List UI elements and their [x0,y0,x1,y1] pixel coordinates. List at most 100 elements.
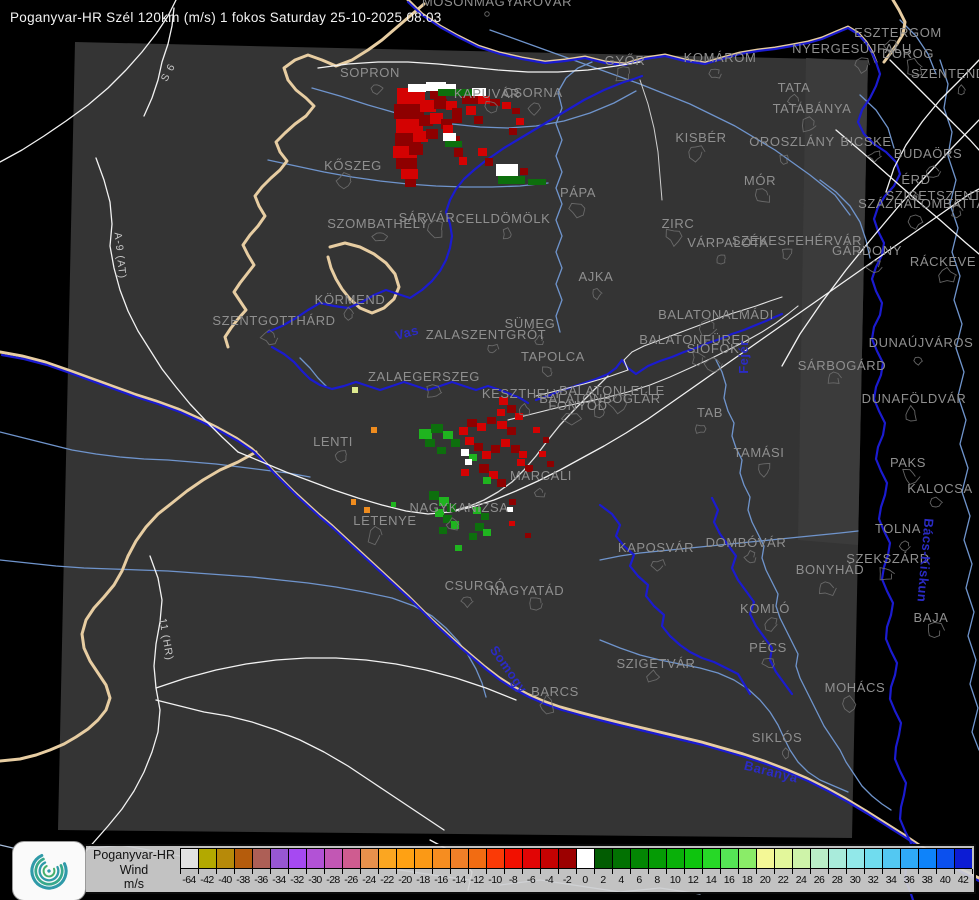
legend-value: 12 [687,874,699,886]
county-label: Fejér [736,340,751,374]
city-label: BARCS [531,684,579,699]
radar-map: MOSONMAGYARÓVÁRSOPRONKAPUVÁRCSORNAGYŐR KO… [0,0,979,900]
legend-box-18 [738,848,756,869]
city-label: ESZTERGOM [854,25,942,40]
legend-box-28 [828,848,846,869]
city-label: SZENTGOTTHÁRD [212,313,335,328]
legend-box--6 [522,848,540,869]
city-label: LENTI [313,434,353,449]
legend-value: 8 [654,874,660,886]
echo-cell [419,429,432,439]
city-label: KISBÉR [675,130,726,145]
legend-value: -34 [272,874,286,886]
echo-cell [498,176,525,184]
echo-cell [477,423,486,431]
city-label: MOSONMAGYARÓVÁR [422,0,572,9]
city-label: TAB [697,405,723,420]
echo-cell [469,533,477,540]
legend-value: -12 [470,874,484,886]
legend-box-14 [702,848,720,869]
city-label: AJKA [579,269,614,284]
legend-box-22 [774,848,792,869]
legend-box-8 [648,848,666,869]
echo-cell [517,459,525,466]
city-label: NAGYKANIZSA [409,500,508,515]
city-label: BALATONALMÁDI [658,307,774,322]
city-label: SZOMBATHELY [327,216,428,231]
echo-cell [502,102,511,109]
echo-cell [501,439,510,447]
echo-cell [482,451,491,459]
echo-cell [413,131,428,142]
echo-cell [525,533,531,538]
city-label: OROSZLÁNY [749,134,835,149]
radar-app: MOSONMAGYARÓVÁR SOPRON KAPUVÁR CSORNA GYŐR KO… [0,0,979,900]
city-label: SZENTENDRE [911,66,979,81]
city-label: TOLNA [875,521,921,536]
legend-box--38 [234,848,252,869]
echo-cell [352,387,358,393]
legend-box-16 [720,848,738,869]
echo-cell [426,129,438,139]
legend-value: 16 [723,874,735,886]
legend-box--36 [252,848,270,869]
city-label: SZIGETVÁR [616,656,695,671]
legend-value: 34 [885,874,897,886]
legend-box-10 [666,848,684,869]
echo-cell [420,100,436,112]
echo-cell [483,477,491,484]
legend-box-30 [846,848,864,869]
echo-cell [478,148,487,156]
legend-box-4 [612,848,630,869]
city-label: CELLDÖMÖLK [456,211,551,226]
echo-cell [351,499,356,505]
legend-value: -42 [200,874,214,886]
echo-cell [466,106,476,115]
legend-value: -16 [434,874,448,886]
legend-box-2 [594,848,612,869]
legend-box-26 [810,848,828,869]
echo-cell [475,523,484,531]
city-label: MÓR [744,173,776,188]
legend-box-32 [864,848,882,869]
legend-value: -32 [290,874,304,886]
city-label: KALOCSA [907,481,973,496]
echo-cell [401,169,418,179]
legend-tick [972,869,973,874]
echo-cell [425,439,435,447]
city-label: PÁPA [560,185,596,200]
legend-value: 10 [669,874,681,886]
legend-value: 36 [903,874,915,886]
legend-value: 42 [957,874,969,886]
legend-value: -10 [488,874,502,886]
city-label: SOPRON [340,65,400,80]
echo-cell [511,445,520,453]
legend-box--10 [486,848,504,869]
echo-cell [465,437,474,445]
echo-cell [485,158,493,166]
echo-cell [509,499,516,505]
legend-box-36 [900,848,918,869]
city-label: ZIRC [662,216,695,231]
city-label: RÁCKEVE [910,254,976,269]
legend-box--42 [198,848,216,869]
echo-cell [547,461,554,467]
city-label: ZALAEGERSZEG [368,369,480,384]
echo-cell [429,491,439,500]
legend-value: 26 [813,874,825,886]
city-label: TATA [778,80,811,95]
legend-box-34 [882,848,900,869]
legend-value: -30 [308,874,322,886]
echo-cell [451,439,460,447]
legend-box--22 [378,848,396,869]
echo-cell [437,447,446,454]
echo-cell [491,445,500,453]
legend-box--30 [306,848,324,869]
echo-cell [408,84,426,92]
city-label: BICSKE [840,134,891,149]
city-label: KŐSZEG [324,158,382,173]
city-label: KOMLÓ [740,601,790,616]
brand-logo[interactable] [12,841,86,900]
legend-value: 0 [582,874,588,886]
legend-value: -8 [508,874,518,886]
